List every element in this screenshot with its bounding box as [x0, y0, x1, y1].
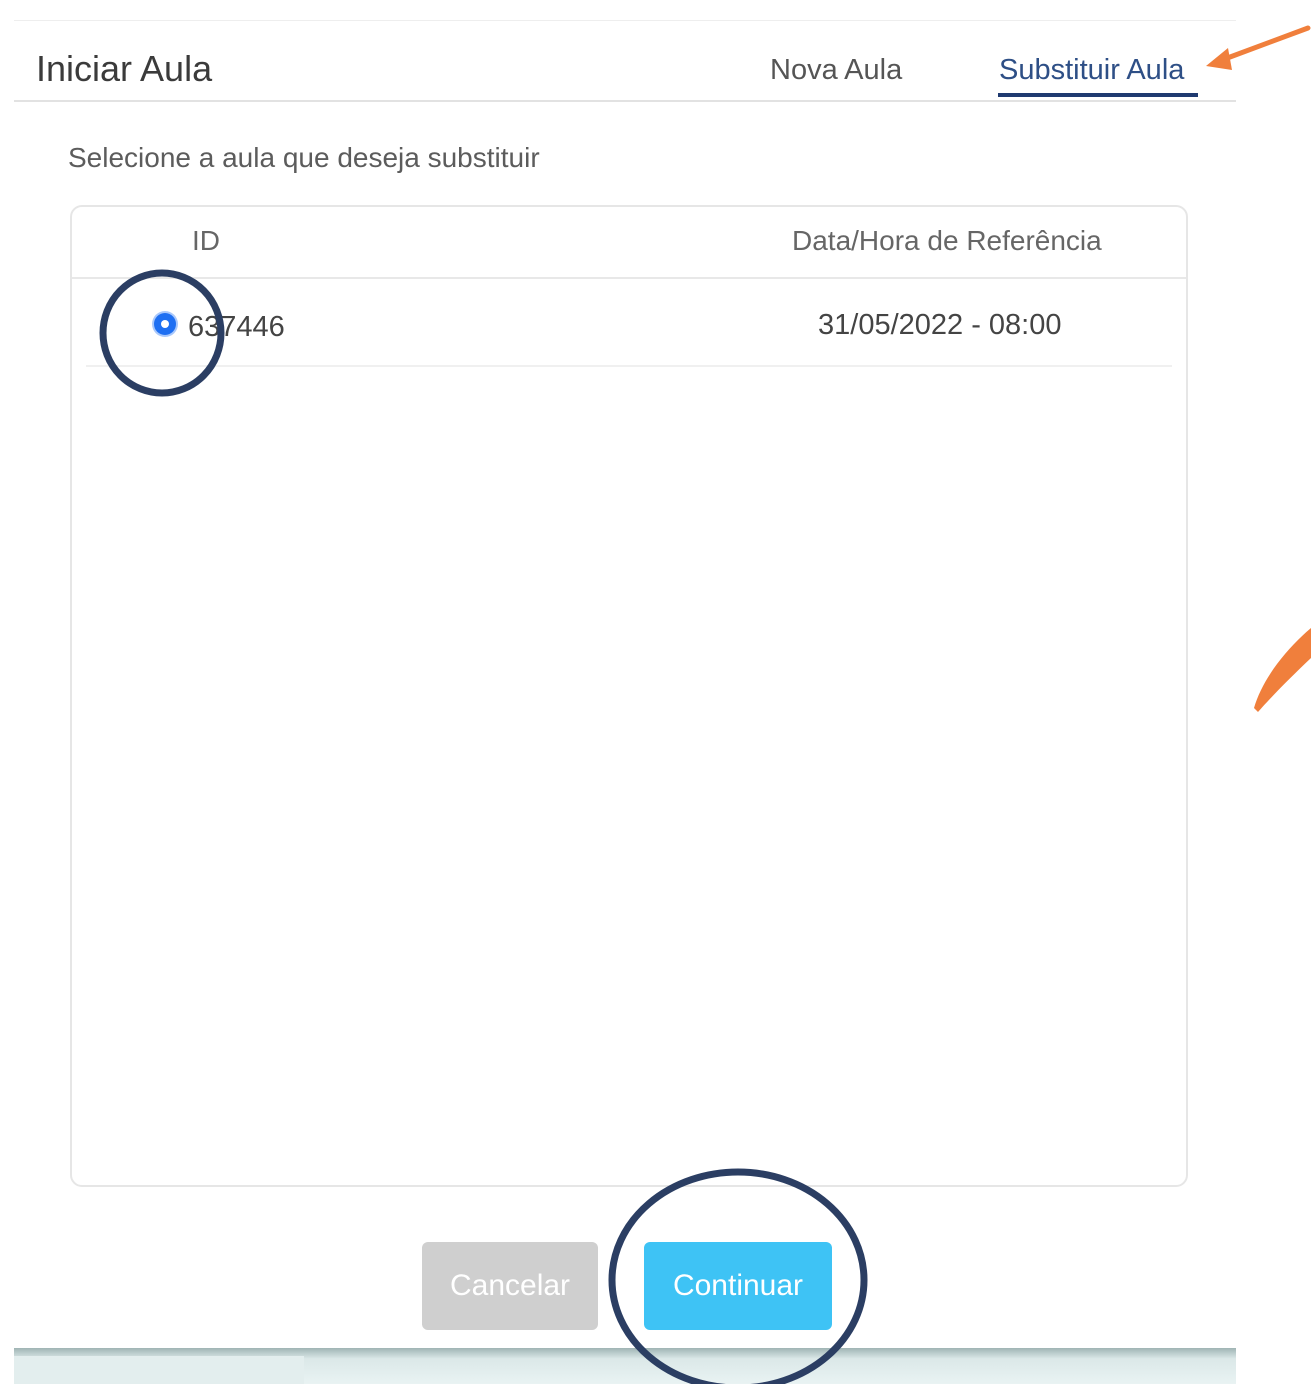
row-id: 637446	[188, 311, 285, 343]
dialog-header: Iniciar Aula Nova Aula Substituir Aula	[14, 22, 1236, 102]
instructions-text: Selecione a aula que deseja substituir	[68, 142, 540, 173]
page: Iniciar Aula Nova Aula Substituir Aula S…	[0, 0, 1311, 1384]
annotation-arrow-partial	[1254, 628, 1311, 712]
tab-substituir-aula[interactable]: Substituir Aula	[999, 54, 1184, 87]
top-divider	[14, 20, 1236, 21]
row-radio-selected[interactable]	[154, 313, 176, 335]
dialog-title: Iniciar Aula	[36, 48, 213, 89]
table-row[interactable]: 637446 31/05/2022 - 08:00	[86, 279, 1172, 367]
lessons-table: ID Data/Hora de Referência 637446 31/05/…	[70, 205, 1188, 1187]
background-band-left	[14, 1356, 304, 1384]
tab-nova-aula[interactable]: Nova Aula	[770, 54, 902, 87]
row-datetime: 31/05/2022 - 08:00	[818, 309, 1062, 341]
column-header-datetime: Data/Hora de Referência	[792, 225, 1102, 256]
active-tab-indicator	[998, 93, 1198, 97]
continue-button[interactable]: Continuar	[644, 1242, 832, 1330]
cancel-button[interactable]: Cancelar	[422, 1242, 598, 1330]
column-header-id: ID	[192, 225, 220, 256]
